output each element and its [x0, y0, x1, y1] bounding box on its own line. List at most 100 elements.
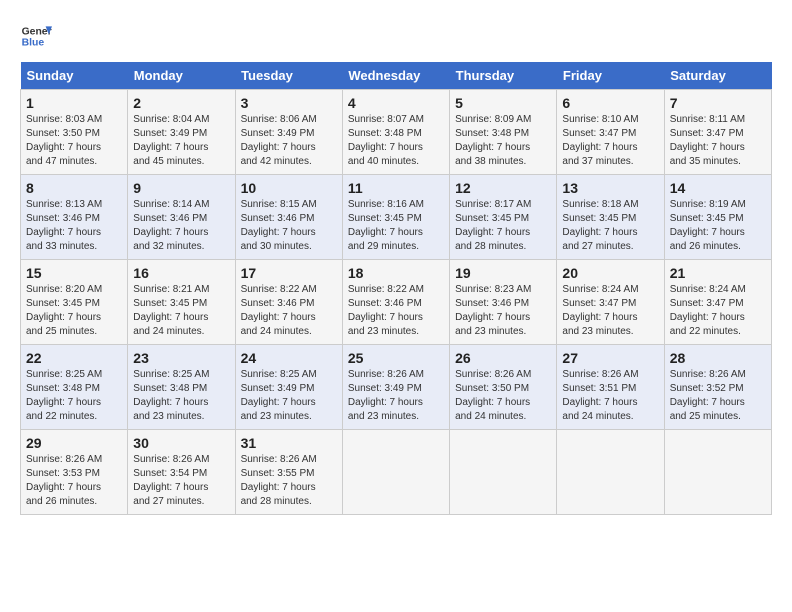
- day-number: 30: [133, 435, 229, 451]
- day-cell: 10 Sunrise: 8:15 AM Sunset: 3:46 PM Dayli…: [235, 175, 342, 260]
- day-number: 29: [26, 435, 122, 451]
- day-info: Sunrise: 8:25 AM Sunset: 3:48 PM Dayligh…: [26, 368, 122, 424]
- svg-text:Blue: Blue: [22, 38, 45, 49]
- day-number: 7: [670, 95, 766, 111]
- day-info: Sunrise: 8:13 AM Sunset: 3:46 PM Dayligh…: [26, 198, 122, 254]
- day-info: Sunrise: 8:14 AM Sunset: 3:46 PM Dayligh…: [133, 198, 229, 254]
- day-cell: 9 Sunrise: 8:14 AM Sunset: 3:46 PM Daylig…: [128, 175, 235, 260]
- day-info: Sunrise: 8:16 AM Sunset: 3:45 PM Dayligh…: [348, 198, 444, 254]
- day-number: 13: [562, 180, 658, 196]
- day-cell: 8 Sunrise: 8:13 AM Sunset: 3:46 PM Daylig…: [21, 175, 128, 260]
- day-number: 19: [455, 265, 551, 281]
- day-number: 12: [455, 180, 551, 196]
- day-number: 2: [133, 95, 229, 111]
- day-number: 4: [348, 95, 444, 111]
- week-row-3: 15 Sunrise: 8:20 AM Sunset: 3:45 PM Dayli…: [21, 260, 772, 345]
- logo-icon: General Blue: [20, 20, 52, 52]
- day-cell: 2 Sunrise: 8:04 AM Sunset: 3:49 PM Daylig…: [128, 90, 235, 175]
- day-number: 20: [562, 265, 658, 281]
- logo: General Blue: [20, 20, 52, 52]
- day-info: Sunrise: 8:20 AM Sunset: 3:45 PM Dayligh…: [26, 283, 122, 339]
- day-number: 26: [455, 350, 551, 366]
- day-cell: 7Sunrise: 8:11 AM Sunset: 3:47 PM Daylig…: [664, 90, 771, 175]
- day-number: 22: [26, 350, 122, 366]
- day-info: Sunrise: 8:26 AM Sunset: 3:55 PM Dayligh…: [241, 453, 337, 509]
- day-number: 1: [26, 95, 122, 111]
- week-row-1: 1 Sunrise: 8:03 AM Sunset: 3:50 PM Daylig…: [21, 90, 772, 175]
- day-header-sunday: Sunday: [21, 62, 128, 90]
- day-info: Sunrise: 8:07 AM Sunset: 3:48 PM Dayligh…: [348, 113, 444, 169]
- day-cell: 27 Sunrise: 8:26 AM Sunset: 3:51 PM Dayli…: [557, 345, 664, 430]
- day-number: 18: [348, 265, 444, 281]
- day-number: 9: [133, 180, 229, 196]
- day-info: Sunrise: 8:26 AM Sunset: 3:51 PM Dayligh…: [562, 368, 658, 424]
- day-cell: 3 Sunrise: 8:06 AM Sunset: 3:49 PM Daylig…: [235, 90, 342, 175]
- day-number: 15: [26, 265, 122, 281]
- week-row-2: 8 Sunrise: 8:13 AM Sunset: 3:46 PM Daylig…: [21, 175, 772, 260]
- day-cell: 28Sunrise: 8:26 AM Sunset: 3:52 PM Dayli…: [664, 345, 771, 430]
- day-cell: [664, 430, 771, 515]
- week-row-5: 29 Sunrise: 8:26 AM Sunset: 3:53 PM Dayli…: [21, 430, 772, 515]
- day-info: Sunrise: 8:25 AM Sunset: 3:48 PM Dayligh…: [133, 368, 229, 424]
- day-cell: 16Sunrise: 8:21 AM Sunset: 3:45 PM Dayli…: [128, 260, 235, 345]
- day-header-thursday: Thursday: [450, 62, 557, 90]
- day-number: 17: [241, 265, 337, 281]
- day-cell: [342, 430, 449, 515]
- day-cell: 21 Sunrise: 8:24 AM Sunset: 3:47 PM Dayli…: [664, 260, 771, 345]
- calendar-table: SundayMondayTuesdayWednesdayThursdayFrid…: [20, 62, 772, 515]
- day-number: 27: [562, 350, 658, 366]
- day-cell: 26 Sunrise: 8:26 AM Sunset: 3:50 PM Dayli…: [450, 345, 557, 430]
- day-info: Sunrise: 8:10 AM Sunset: 3:47 PM Dayligh…: [562, 113, 658, 169]
- day-cell: [450, 430, 557, 515]
- day-info: Sunrise: 8:24 AM Sunset: 3:47 PM Dayligh…: [670, 283, 766, 339]
- day-number: 24: [241, 350, 337, 366]
- day-cell: 20Sunrise: 8:24 AM Sunset: 3:47 PM Dayli…: [557, 260, 664, 345]
- day-info: Sunrise: 8:03 AM Sunset: 3:50 PM Dayligh…: [26, 113, 122, 169]
- day-cell: 4 Sunrise: 8:07 AM Sunset: 3:48 PM Daylig…: [342, 90, 449, 175]
- day-info: Sunrise: 8:26 AM Sunset: 3:53 PM Dayligh…: [26, 453, 122, 509]
- day-number: 10: [241, 180, 337, 196]
- day-cell: 23 Sunrise: 8:25 AM Sunset: 3:48 PM Dayli…: [128, 345, 235, 430]
- day-cell: 1 Sunrise: 8:03 AM Sunset: 3:50 PM Daylig…: [21, 90, 128, 175]
- day-number: 21: [670, 265, 766, 281]
- day-cell: 6Sunrise: 8:10 AM Sunset: 3:47 PM Daylig…: [557, 90, 664, 175]
- day-cell: 11Sunrise: 8:16 AM Sunset: 3:45 PM Dayli…: [342, 175, 449, 260]
- day-info: Sunrise: 8:06 AM Sunset: 3:49 PM Dayligh…: [241, 113, 337, 169]
- day-info: Sunrise: 8:26 AM Sunset: 3:54 PM Dayligh…: [133, 453, 229, 509]
- day-header-wednesday: Wednesday: [342, 62, 449, 90]
- day-cell: 19 Sunrise: 8:23 AM Sunset: 3:46 PM Dayli…: [450, 260, 557, 345]
- day-cell: 15 Sunrise: 8:20 AM Sunset: 3:45 PM Dayli…: [21, 260, 128, 345]
- day-number: 3: [241, 95, 337, 111]
- day-cell: 24 Sunrise: 8:25 AM Sunset: 3:49 PM Dayli…: [235, 345, 342, 430]
- day-info: Sunrise: 8:22 AM Sunset: 3:46 PM Dayligh…: [348, 283, 444, 339]
- day-header-friday: Friday: [557, 62, 664, 90]
- day-cell: 5 Sunrise: 8:09 AM Sunset: 3:48 PM Daylig…: [450, 90, 557, 175]
- day-info: Sunrise: 8:15 AM Sunset: 3:46 PM Dayligh…: [241, 198, 337, 254]
- day-number: 8: [26, 180, 122, 196]
- day-cell: 22 Sunrise: 8:25 AM Sunset: 3:48 PM Dayli…: [21, 345, 128, 430]
- day-info: Sunrise: 8:17 AM Sunset: 3:45 PM Dayligh…: [455, 198, 551, 254]
- calendar-body: 1 Sunrise: 8:03 AM Sunset: 3:50 PM Daylig…: [21, 90, 772, 515]
- day-cell: 25Sunrise: 8:26 AM Sunset: 3:49 PM Dayli…: [342, 345, 449, 430]
- day-cell: 13 Sunrise: 8:18 AM Sunset: 3:45 PM Dayli…: [557, 175, 664, 260]
- day-info: Sunrise: 8:09 AM Sunset: 3:48 PM Dayligh…: [455, 113, 551, 169]
- page-header: General Blue: [20, 20, 772, 52]
- day-info: Sunrise: 8:26 AM Sunset: 3:49 PM Dayligh…: [348, 368, 444, 424]
- day-info: Sunrise: 8:23 AM Sunset: 3:46 PM Dayligh…: [455, 283, 551, 339]
- day-info: Sunrise: 8:25 AM Sunset: 3:49 PM Dayligh…: [241, 368, 337, 424]
- day-number: 23: [133, 350, 229, 366]
- day-number: 5: [455, 95, 551, 111]
- day-cell: 31 Sunrise: 8:26 AM Sunset: 3:55 PM Dayli…: [235, 430, 342, 515]
- day-info: Sunrise: 8:26 AM Sunset: 3:50 PM Dayligh…: [455, 368, 551, 424]
- day-header-tuesday: Tuesday: [235, 62, 342, 90]
- day-info: Sunrise: 8:04 AM Sunset: 3:49 PM Dayligh…: [133, 113, 229, 169]
- day-info: Sunrise: 8:18 AM Sunset: 3:45 PM Dayligh…: [562, 198, 658, 254]
- day-number: 31: [241, 435, 337, 451]
- week-row-4: 22 Sunrise: 8:25 AM Sunset: 3:48 PM Dayli…: [21, 345, 772, 430]
- day-cell: 30 Sunrise: 8:26 AM Sunset: 3:54 PM Dayli…: [128, 430, 235, 515]
- day-cell: 18 Sunrise: 8:22 AM Sunset: 3:46 PM Dayli…: [342, 260, 449, 345]
- day-cell: [557, 430, 664, 515]
- day-cell: 14Sunrise: 8:19 AM Sunset: 3:45 PM Dayli…: [664, 175, 771, 260]
- day-number: 16: [133, 265, 229, 281]
- day-cell: 17Sunrise: 8:22 AM Sunset: 3:46 PM Dayli…: [235, 260, 342, 345]
